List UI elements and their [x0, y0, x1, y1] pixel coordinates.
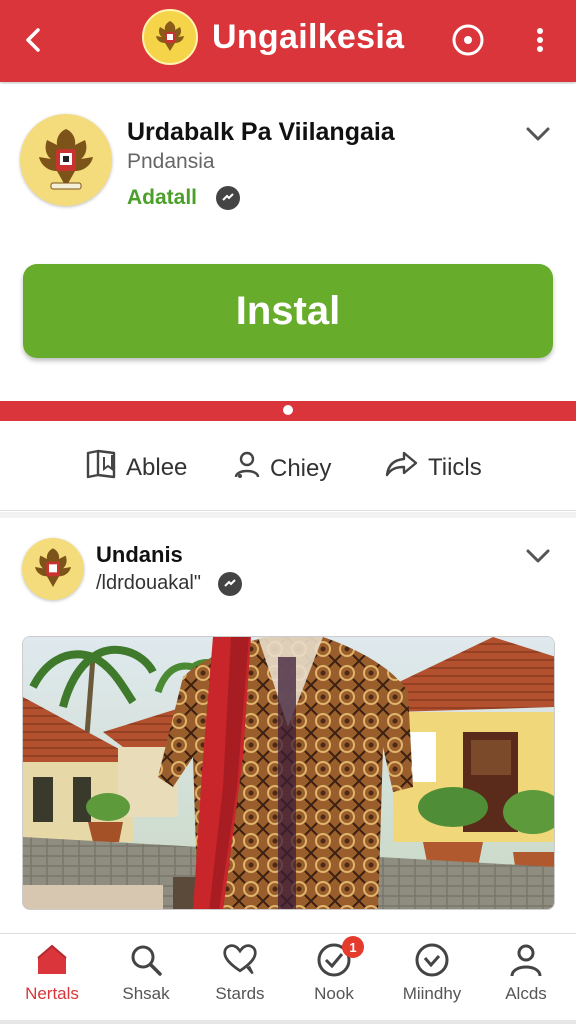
heart-chat-icon — [222, 942, 258, 978]
home-icon — [34, 942, 70, 978]
share-icon — [384, 449, 420, 486]
nav-label: Shsak — [122, 984, 170, 1003]
nav-item-miindhy[interactable]: Miindhy — [384, 942, 480, 1004]
app-logo-emblem — [20, 114, 112, 206]
nav-label: Alcds — [505, 984, 547, 1003]
avatar[interactable] — [22, 538, 84, 600]
more-vertical-icon[interactable] — [520, 20, 560, 60]
nav-label: Nook — [314, 984, 354, 1003]
app-name: Urdabalk Pa Viilangaia — [127, 118, 395, 146]
nav-item-shsak[interactable]: Shsak — [98, 942, 194, 1004]
nav-item-stards[interactable]: Stards — [192, 942, 288, 1004]
install-button[interactable]: Instal — [23, 264, 553, 358]
nav-label: Miindhy — [402, 984, 462, 1003]
post-card: Undanis /ldrdouakal" — [0, 518, 576, 932]
verified-badge-icon — [216, 186, 240, 210]
action-chiey[interactable]: Chiey — [232, 449, 331, 488]
verified-badge-icon — [218, 572, 242, 596]
nav-item-nook[interactable]: 1 Nook — [286, 936, 382, 1004]
action-row: Ablee Chiey Tiicls — [0, 421, 576, 511]
post-photo[interactable] — [22, 636, 555, 910]
notification-badge: 1 — [342, 936, 364, 958]
bottom-navigation: Nertals Shsak Stards 1 Nook Miindhy Alcd… — [0, 933, 576, 1024]
profile-icon — [508, 942, 544, 978]
top-app-bar: Ungailkesia — [0, 0, 576, 82]
nav-item-alcds[interactable]: Alcds — [478, 942, 574, 1004]
action-label: Ablee — [126, 453, 188, 481]
back-arrow-icon[interactable] — [14, 20, 54, 60]
appbar-title-group: Ungailkesia — [142, 9, 404, 65]
app-detail-card: Urdabalk Pa Viilangaia Pndansia Adatall … — [0, 84, 576, 400]
home-indicator — [0, 1020, 576, 1024]
nav-item-nertals[interactable]: Nertals — [4, 942, 100, 1004]
action-tiicls[interactable]: Tiicls — [384, 449, 482, 486]
search-icon — [128, 942, 164, 978]
action-ablee[interactable]: Ablee — [84, 449, 187, 486]
record-icon[interactable] — [448, 20, 488, 60]
person-icon — [232, 449, 262, 488]
chevron-down-icon[interactable] — [524, 542, 552, 570]
page-indicator-dot — [283, 405, 293, 415]
nav-label: Nertals — [25, 984, 79, 1003]
action-label: Tiicls — [428, 453, 482, 481]
check-circle-icon — [414, 942, 450, 978]
check-circle-icon: 1 — [316, 936, 364, 978]
post-handle: /ldrdouakal" — [96, 572, 201, 594]
app-status: Adatall — [127, 186, 198, 209]
nav-label: Stards — [215, 984, 265, 1003]
app-title: Ungailkesia — [212, 17, 405, 56]
post-author[interactable]: Undanis — [96, 542, 183, 568]
app-publisher[interactable]: Pndansia — [127, 150, 215, 174]
bookmark-icon — [84, 449, 118, 486]
garuda-emblem-icon — [142, 9, 198, 65]
chevron-down-icon[interactable] — [524, 120, 552, 148]
action-label: Chiey — [270, 454, 332, 482]
